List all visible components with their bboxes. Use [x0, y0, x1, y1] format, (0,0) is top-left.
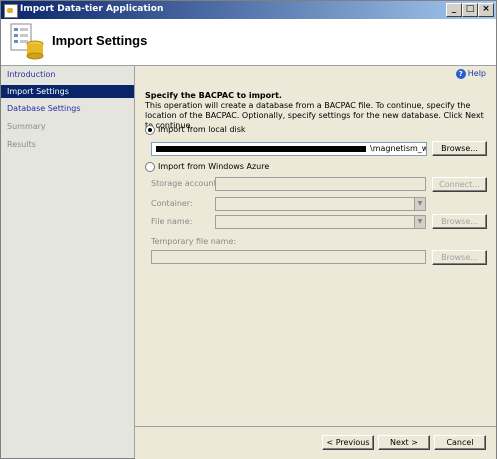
- file-name-label: File name:: [151, 217, 193, 226]
- app-icon: [4, 4, 18, 18]
- help-label: Help: [467, 69, 486, 78]
- help-link[interactable]: ? Help: [455, 69, 486, 79]
- local-path-value: \magnetism_webs: [370, 144, 426, 153]
- azure-browse-button[interactable]: Browse...: [432, 214, 487, 229]
- import-settings-icon: [10, 23, 44, 60]
- local-disk-label: Import from local disk: [158, 125, 246, 134]
- section-heading: Specify the BACPAC to import.: [145, 91, 282, 100]
- import-dialog-window: Import Data-tier Application _ □ × Impor…: [0, 0, 497, 459]
- next-button[interactable]: Next >: [378, 435, 430, 450]
- page-header: Import Settings: [1, 19, 496, 66]
- title-bar[interactable]: Import Data-tier Application _ □ ×: [1, 1, 496, 19]
- chevron-down-icon: ▼: [414, 216, 425, 228]
- maximize-button[interactable]: □: [462, 3, 478, 17]
- window-title: Import Data-tier Application: [20, 4, 164, 14]
- sidebar-item-results: Results: [7, 140, 36, 149]
- local-disk-radio[interactable]: [145, 125, 155, 135]
- redacted-path: [156, 146, 366, 152]
- sidebar-item-summary: Summary: [7, 122, 46, 131]
- close-button[interactable]: ×: [478, 3, 494, 17]
- help-icon: ?: [455, 69, 466, 79]
- azure-label: Import from Windows Azure: [158, 162, 270, 171]
- page-title: Import Settings: [52, 33, 148, 48]
- connect-button[interactable]: Connect...: [432, 177, 487, 192]
- minimize-button[interactable]: _: [446, 3, 462, 17]
- file-name-select[interactable]: ▼: [215, 215, 426, 229]
- sidebar-item-introduction[interactable]: Introduction: [1, 68, 134, 81]
- temp-browse-button[interactable]: Browse...: [432, 250, 487, 265]
- temp-file-label: Temporary file name:: [151, 237, 237, 246]
- sidebar-item-database-settings[interactable]: Database Settings: [1, 102, 134, 115]
- container-label: Container:: [151, 199, 193, 208]
- cancel-button[interactable]: Cancel: [434, 435, 486, 450]
- storage-account-input[interactable]: [215, 177, 426, 191]
- wizard-footer: < Previous Next > Cancel: [135, 426, 496, 459]
- chevron-down-icon: ▼: [414, 198, 425, 210]
- main-panel: ? Help Specify the BACPAC to import. This…: [135, 66, 496, 426]
- previous-button[interactable]: < Previous: [322, 435, 374, 450]
- local-path-input[interactable]: \magnetism_webs: [151, 142, 427, 156]
- local-browse-button[interactable]: Browse...: [432, 141, 487, 156]
- temp-file-input[interactable]: [151, 250, 426, 264]
- sidebar-item-import-settings[interactable]: Import Settings: [1, 85, 134, 98]
- container-select[interactable]: ▼: [215, 197, 426, 211]
- storage-account-label: Storage account:: [151, 179, 220, 188]
- wizard-sidebar: Introduction Import Settings Database Se…: [1, 66, 135, 458]
- azure-radio[interactable]: [145, 162, 155, 172]
